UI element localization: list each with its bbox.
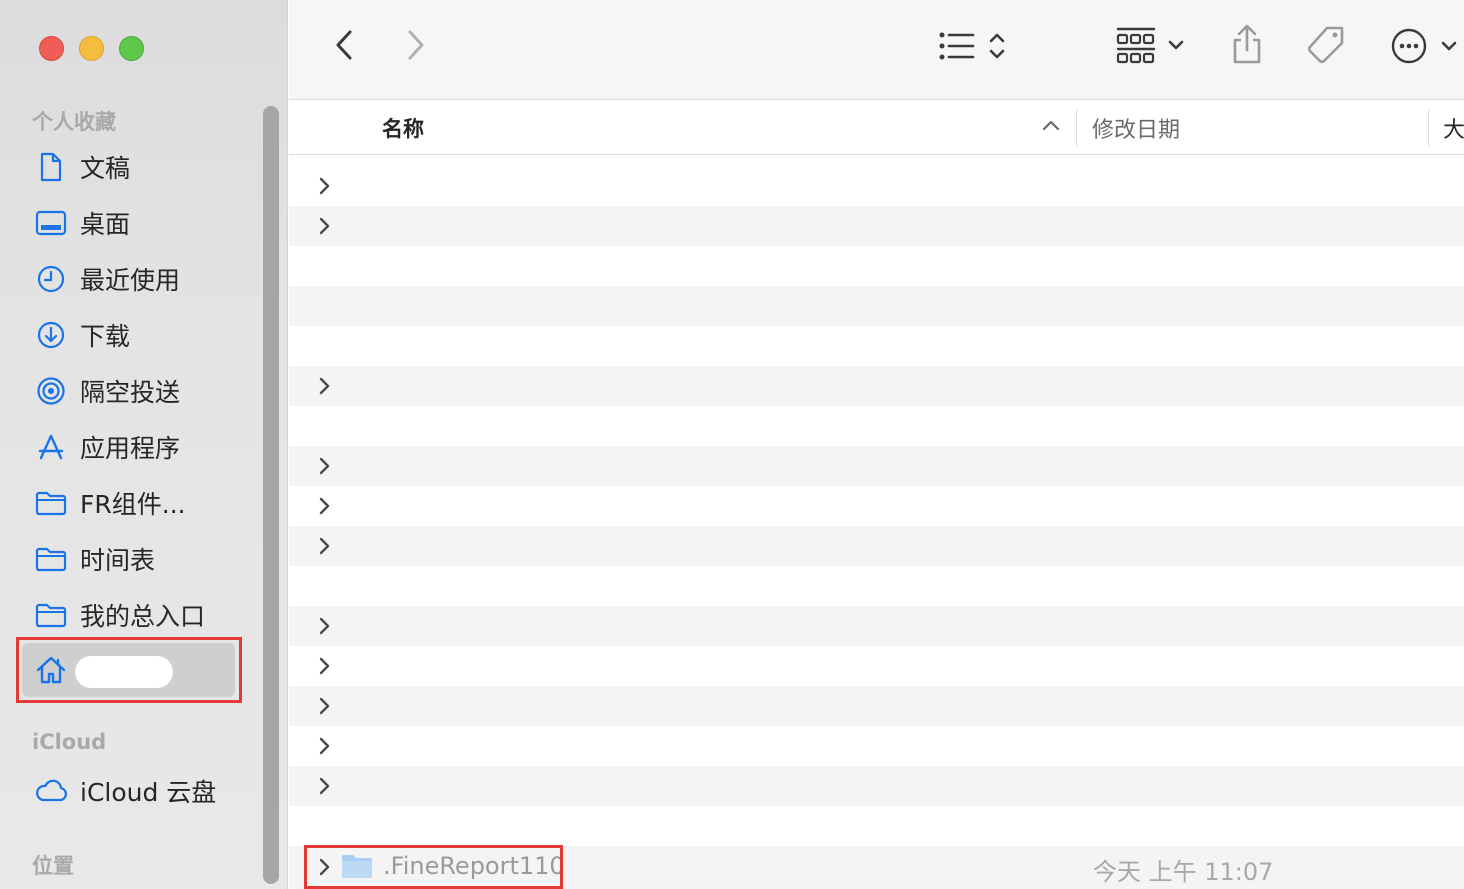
list-view-icon [937, 28, 1013, 68]
file-row[interactable] [289, 646, 1464, 686]
sidebar-item-icloud-drive[interactable]: iCloud 云盘 [33, 768, 253, 814]
column-size[interactable]: 大 [1443, 112, 1464, 144]
disclosure-chevron-icon[interactable] [318, 176, 332, 196]
locations-heading: 位置 [32, 854, 74, 878]
file-row[interactable] [289, 166, 1464, 206]
minimize-button[interactable] [79, 36, 104, 61]
highlight-box-file [304, 845, 563, 889]
ellipsis-circle-icon [1389, 26, 1464, 70]
toolbar [289, 0, 1464, 100]
disclosure-chevron-icon[interactable] [318, 376, 332, 396]
sidebar-item-documents[interactable]: 文稿 [33, 144, 253, 190]
airdrop-icon [33, 373, 69, 409]
disclosure-chevron-icon[interactable] [318, 736, 332, 756]
folder-icon [33, 485, 69, 521]
sort-ascending-icon[interactable] [1041, 117, 1061, 136]
sidebar-item-label: 隔空投送 [80, 378, 181, 407]
file-row[interactable] [289, 806, 1464, 846]
file-row[interactable] [289, 686, 1464, 726]
sidebar-item-airdrop[interactable]: 隔空投送 [33, 368, 253, 414]
applications-icon [33, 429, 69, 465]
window-controls [39, 36, 144, 61]
sidebar: 个人收藏 文稿 桌面 最近使用 下载 隔空投送 应用程序 FR组件... 时间表… [0, 0, 288, 889]
file-row[interactable] [289, 766, 1464, 806]
file-row[interactable] [289, 446, 1464, 486]
sidebar-item-label: 时间表 [80, 546, 156, 575]
file-date-modified: 今天 上午 11:07 [1093, 858, 1274, 886]
file-row[interactable] [289, 526, 1464, 566]
disclosure-chevron-icon[interactable] [318, 536, 332, 556]
view-options-button[interactable] [937, 28, 1013, 68]
cloud-icon [33, 773, 69, 809]
file-row[interactable] [289, 366, 1464, 406]
disclosure-chevron-icon[interactable] [318, 496, 332, 516]
sidebar-scrollbar[interactable] [263, 106, 279, 884]
favorites-heading: 个人收藏 [32, 110, 116, 134]
column-header: 名称 修改日期 大 [289, 101, 1464, 155]
folder-icon [33, 541, 69, 577]
disclosure-chevron-icon[interactable] [318, 456, 332, 476]
icloud-heading: iCloud [32, 730, 107, 754]
sidebar-item-label: 桌面 [80, 210, 131, 239]
sidebar-item-downloads[interactable]: 下载 [33, 312, 253, 358]
file-row[interactable] [289, 286, 1464, 326]
zoom-button[interactable] [119, 36, 144, 61]
forward-button[interactable] [401, 28, 431, 66]
sidebar-item-label: 最近使用 [80, 266, 181, 295]
sidebar-item-folder-schedule[interactable]: 时间表 [33, 536, 253, 582]
desktop-icon [33, 205, 69, 241]
back-button[interactable] [329, 28, 359, 66]
column-divider[interactable] [1428, 109, 1429, 147]
sidebar-item-folder-main[interactable]: 我的总入口 [33, 592, 253, 638]
sidebar-item-label: 应用程序 [80, 434, 181, 463]
disclosure-chevron-icon[interactable] [318, 216, 332, 236]
disclosure-chevron-icon[interactable] [318, 616, 332, 636]
sidebar-item-desktop[interactable]: 桌面 [33, 200, 253, 246]
column-date-modified[interactable]: 修改日期 [1092, 112, 1180, 144]
file-list [289, 166, 1464, 846]
file-row[interactable] [289, 406, 1464, 446]
chevron-left-icon [334, 29, 354, 65]
share-button[interactable] [1225, 24, 1269, 70]
chevron-right-icon [406, 29, 426, 65]
file-row[interactable] [289, 206, 1464, 246]
column-divider[interactable] [1076, 109, 1077, 147]
disclosure-chevron-icon[interactable] [318, 776, 332, 796]
file-row[interactable] [289, 246, 1464, 286]
download-icon [33, 317, 69, 353]
sidebar-item-label: FR组件... [80, 490, 186, 519]
sidebar-item-label: 我的总入口 [80, 602, 206, 631]
share-icon [1230, 24, 1264, 70]
sidebar-item-applications[interactable]: 应用程序 [33, 424, 253, 470]
tag-icon [1305, 24, 1347, 70]
highlight-box-home [16, 637, 242, 703]
sidebar-item-label: 文稿 [80, 154, 131, 183]
folder-icon [33, 597, 69, 633]
disclosure-chevron-icon[interactable] [318, 656, 332, 676]
sidebar-item-label: iCloud 云盘 [80, 778, 217, 807]
file-row[interactable] [289, 726, 1464, 766]
grid-group-icon [1115, 25, 1191, 69]
document-icon [33, 149, 69, 185]
column-name[interactable]: 名称 [382, 113, 424, 143]
sidebar-item-label: 下载 [80, 322, 131, 351]
group-button[interactable] [1115, 26, 1191, 68]
disclosure-chevron-icon[interactable] [318, 696, 332, 716]
file-row[interactable] [289, 326, 1464, 366]
tag-button[interactable] [1303, 24, 1349, 70]
sidebar-item-recents[interactable]: 最近使用 [33, 256, 253, 302]
sidebar-item-folder-fr[interactable]: FR组件... [33, 480, 253, 526]
more-actions-button[interactable] [1389, 26, 1464, 70]
clock-icon [33, 261, 69, 297]
file-row[interactable] [289, 606, 1464, 646]
file-row[interactable] [289, 566, 1464, 606]
file-row[interactable] [289, 486, 1464, 526]
close-button[interactable] [39, 36, 64, 61]
